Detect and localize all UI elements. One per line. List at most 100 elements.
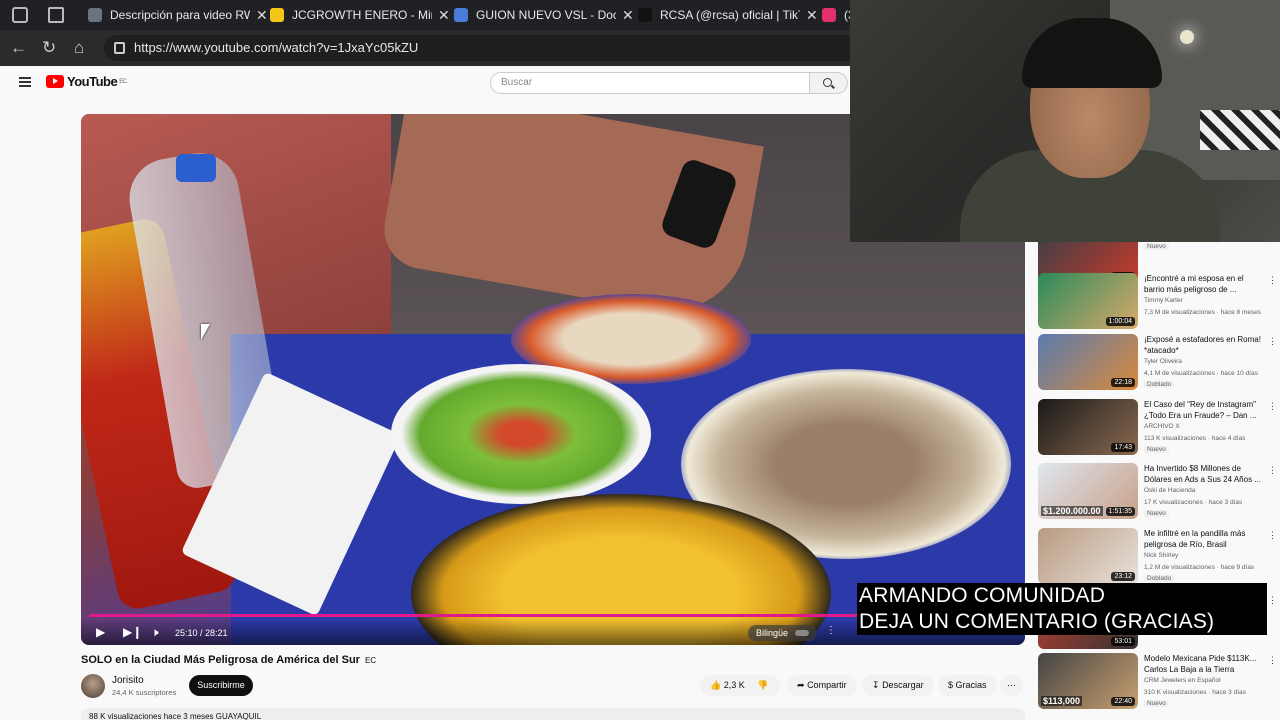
toggle-icon <box>794 630 809 636</box>
thumbs-up-icon: 👍 <box>710 680 722 690</box>
workspaces-icon[interactable] <box>12 7 28 23</box>
more-options-icon[interactable]: ⋮ <box>1268 336 1277 347</box>
progress-fill <box>89 614 913 617</box>
recommended-video[interactable]: 17:43 El Caso del "Rey de Instagram" ¿Tod… <box>1038 399 1277 457</box>
time-display: 25:10 / 28:21 <box>175 628 228 638</box>
recommended-meta: 17 K visualizaciones · hace 3 días <box>1144 499 1243 506</box>
more-options-icon[interactable]: ⋮ <box>1268 655 1277 666</box>
more-options-icon[interactable]: ⋮ <box>1268 275 1277 286</box>
channel-name[interactable]: Jorisito <box>112 675 144 686</box>
youtube-play-icon <box>46 75 64 88</box>
description-box[interactable]: 88 K visualizaciones hace 3 meses GUAYAQ… <box>81 708 1025 720</box>
back-icon[interactable]: ← <box>10 38 27 58</box>
recommended-video[interactable]: $113,000 22:40 Modelo Mexicana Pide $113K.… <box>1038 653 1277 711</box>
channel-avatar[interactable] <box>81 674 105 698</box>
video-thumbnail[interactable]: 22:18 <box>1038 334 1138 390</box>
more-options-icon[interactable]: ⋮ <box>826 625 836 636</box>
video-duration: 1:00:04 <box>1105 317 1135 326</box>
video-duration: 22:40 <box>1111 697 1135 706</box>
search-input[interactable]: Buscar <box>490 72 810 94</box>
thanks-icon: $ <box>948 680 954 690</box>
recommended-title[interactable]: Modelo Mexicana Pide $113K... Carlos La … <box>1144 653 1266 675</box>
more-actions-button[interactable]: ⋯ <box>1000 675 1023 696</box>
more-options-icon[interactable]: ⋮ <box>1268 595 1277 606</box>
recommended-badge: Nuevo <box>1144 700 1169 707</box>
recommended-video[interactable]: 23:12 Me infiltré en la pandilla más peli… <box>1038 528 1277 586</box>
recommended-meta: 1,2 M de visualizaciones · hace 9 días <box>1144 564 1255 571</box>
like-button[interactable]: 👍 2,3 K 👎 <box>700 675 780 696</box>
recommended-title[interactable]: El Caso del "Rey de Instagram" ¿Todo Era… <box>1144 399 1266 421</box>
search-placeholder: Buscar <box>501 77 533 88</box>
video-thumbnail[interactable]: $113,000 22:40 <box>1038 653 1138 709</box>
search-icon <box>823 78 832 87</box>
video-thumbnail[interactable]: $1.200.000.00 1:51:35 <box>1038 463 1138 519</box>
subscriber-count: 24,4 K suscriptores <box>112 688 177 697</box>
play-icon[interactable]: ▶ <box>96 625 105 639</box>
recommended-channel[interactable]: Tyler Oliveira <box>1144 358 1182 365</box>
thanks-button[interactable]: $ Gracias <box>938 675 997 696</box>
video-thumbnail[interactable]: 17:43 <box>1038 399 1138 455</box>
search-button[interactable] <box>810 72 848 94</box>
recommended-channel[interactable]: ARCHIVO X <box>1144 423 1180 430</box>
video-title: SOLO en la Ciudad Más Peligrosa de Améri… <box>81 654 376 666</box>
recommended-title[interactable]: Me infiltré en la pandilla más peligrosa… <box>1144 528 1266 550</box>
share-label: Compartir <box>807 680 847 690</box>
more-options-icon[interactable]: ⋮ <box>1268 401 1277 412</box>
browser-tab[interactable]: JCGROWTH ENERO - Miro ✕ <box>262 3 450 27</box>
recommended-channel[interactable]: CRM Jewelers en Español <box>1144 677 1221 684</box>
subscribe-button[interactable]: Suscribirme <box>189 675 253 696</box>
thumbnail-caption: $1.200.000.00 <box>1041 506 1103 516</box>
recommended-channel[interactable]: Nick Shirley <box>1144 552 1178 559</box>
recommended-title[interactable]: ¡Encontré a mi esposa en el barrio más p… <box>1144 273 1266 295</box>
tab-title: JCGROWTH ENERO - Miro <box>292 8 432 22</box>
home-icon[interactable]: ⌂ <box>74 38 84 58</box>
download-label: Descargar <box>882 680 924 690</box>
stream-text-overlay: ARMANDO COMUNIDAD DEJA UN COMENTARIO (GR… <box>857 583 1267 635</box>
like-count: 2,3 K <box>723 680 745 690</box>
menu-icon[interactable] <box>19 77 31 87</box>
share-button[interactable]: ➦ Compartir <box>787 675 857 696</box>
recommended-video[interactable]: 22:18 ¡Exposé a estafadores en Roma! *ata… <box>1038 334 1277 392</box>
thumbnail-caption: $113,000 <box>1041 696 1083 706</box>
recommended-meta: 310 K visualizaciones · hace 3 días <box>1144 689 1246 696</box>
video-duration: 1:51:35 <box>1105 507 1135 516</box>
browser-tab[interactable]: RCSA (@rcsa) oficial | TikTo ✕ <box>630 3 818 27</box>
thumbs-down-icon[interactable]: 👎 <box>757 680 768 690</box>
recommended-title[interactable]: ¡Exposé a estafadores en Roma! *atacado* <box>1144 334 1266 356</box>
title-badge: EC <box>365 656 377 665</box>
next-icon[interactable]: ▶❙ <box>123 625 142 639</box>
browser-tab[interactable]: GUION NUEVO VSL - Docum✕ <box>446 3 634 27</box>
tab-title: GUION NUEVO VSL - Docum <box>476 8 616 22</box>
browser-tab[interactable]: Descripción para video RW ✕ <box>80 3 268 27</box>
recommended-video[interactable]: 1:00:04 ¡Encontré a mi esposa en el barri… <box>1038 273 1277 331</box>
tab-favicon-icon <box>638 8 652 22</box>
recommended-meta: 4,1 M de visualizaciones · hace 10 días <box>1144 370 1258 377</box>
video-thumbnail[interactable]: 23:12 <box>1038 528 1138 584</box>
more-options-icon[interactable]: ⋮ <box>1268 530 1277 541</box>
download-icon: ↧ <box>872 680 880 690</box>
recommended-channel[interactable]: Timmy Karter <box>1144 297 1183 304</box>
tab-actions-icon[interactable] <box>48 7 64 23</box>
recommended-meta: 113 K visualizaciones · hace 4 días <box>1144 435 1246 442</box>
recommended-video[interactable]: $1.200.000.00 1:51:35 Ha Invertido $8 Mill… <box>1038 463 1277 521</box>
video-thumbnail[interactable]: 1:00:04 <box>1038 273 1138 329</box>
url-field[interactable]: https://www.youtube.com/watch?v=1JxaYc05… <box>104 35 864 61</box>
subtitles-toggle[interactable]: Bilingüe <box>748 625 817 641</box>
recommended-channel[interactable]: Oski de Hacienda <box>1144 487 1195 494</box>
webcam-overlay <box>850 0 1280 242</box>
tab-favicon-icon <box>270 8 284 22</box>
video-title-text: SOLO en la Ciudad Más Peligrosa de Améri… <box>81 654 360 666</box>
video-duration: 23:12 <box>1111 572 1135 581</box>
download-button[interactable]: ↧ Descargar <box>862 675 934 696</box>
youtube-logo[interactable]: YouTube EC <box>46 74 127 89</box>
more-options-icon[interactable]: ⋮ <box>1268 465 1277 476</box>
recommended-badge: Nuevo <box>1144 446 1169 453</box>
reload-icon[interactable]: ↻ <box>42 38 56 58</box>
tab-favicon-icon <box>454 8 468 22</box>
description-text: 88 K visualizaciones hace 3 meses GUAYAQ… <box>89 712 262 720</box>
recommended-badge: Doblado <box>1144 575 1175 582</box>
region-code: EC <box>119 78 127 85</box>
recommended-title[interactable]: Ha Invertido $8 Millones de Dólares en A… <box>1144 463 1266 485</box>
recommended-badge: Nuevo <box>1144 510 1169 517</box>
volume-icon[interactable]: 🕨 <box>151 625 159 640</box>
